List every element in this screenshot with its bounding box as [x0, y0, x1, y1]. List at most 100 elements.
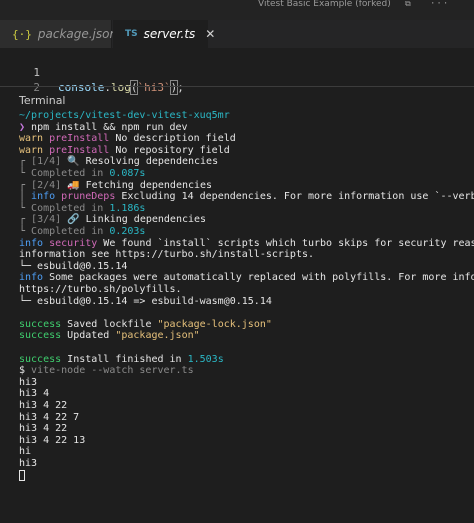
terminal-line: hi3 4 22 — [19, 423, 67, 435]
window-title: Vitest Basic Example (forked) — [258, 0, 391, 9]
tab-label: server.ts — [143, 27, 196, 41]
terminal-text: 0.203s — [109, 226, 146, 237]
tab-label: package.json — [37, 27, 118, 41]
typescript-file-icon: TS — [125, 29, 138, 39]
terminal-text: Completed in — [31, 202, 110, 214]
terminal-text: [2/4] — [31, 179, 68, 191]
terminal-text: 1.503s — [187, 353, 224, 365]
terminal-line: hi3 — [19, 377, 37, 389]
terminal-text: pruneDeps — [61, 191, 122, 203]
terminal-line: info Some packages were automatically re… — [19, 272, 474, 284]
tab-package-json[interactable]: {·} package.json — [0, 20, 117, 48]
terminal-line: └ Completed in 0.203s — [19, 226, 145, 238]
terminal-text: └─ esbuild@0.15.14 => esbuild-wasm@0.15.… — [19, 295, 272, 307]
terminal-line: hi — [19, 446, 31, 458]
terminal-text: info — [19, 237, 50, 249]
terminal-line: https://turbo.sh/polyfills. — [19, 284, 182, 296]
terminal-text: [1/4] — [31, 156, 68, 168]
copy-icon[interactable]: ⧉ — [405, 0, 415, 8]
terminal-text: ~/projects/vitest-dev-vitest-xuq5mr — [19, 110, 230, 121]
terminal-line: └ Completed in 1.186s — [19, 203, 145, 215]
terminal-line: └─ esbuild@0.15.14 => esbuild-wasm@0.15.… — [19, 296, 272, 308]
code-token-function: log — [110, 81, 131, 94]
terminal-line: $ vite-node --watch server.ts — [19, 365, 194, 377]
terminal-text: └─ esbuild@0.15.14 — [19, 260, 128, 272]
terminal-line: success Install finished in 1.503s — [19, 354, 224, 366]
terminal-text: vite-node --watch server.ts — [31, 365, 194, 377]
terminal-text: hi — [19, 446, 32, 458]
terminal-line: information see https://turbo.sh/install… — [19, 249, 314, 261]
terminal-text: ┌ — [19, 214, 32, 226]
terminal-line: │ info pruneDeps Excluding 14 dependenci… — [19, 191, 474, 203]
terminal-line: hi3 4 — [19, 388, 49, 400]
terminal-text: "package.json" — [115, 330, 200, 342]
terminal-text: preInstall — [49, 144, 116, 156]
terminal-text: preInstall — [49, 133, 116, 145]
terminal-line: └─ esbuild@0.15.14 — [19, 261, 127, 273]
terminal-text: Completed in — [31, 168, 110, 179]
more-icon[interactable]: ··· — [430, 0, 449, 9]
terminal-text: hi3 — [19, 458, 38, 469]
terminal-text: hi3 — [19, 376, 38, 388]
terminal-text: 🚚 Fetching dependencies — [67, 179, 213, 191]
terminal-text: Completed in — [31, 226, 110, 237]
terminal-line: warn preInstall No repository field — [19, 145, 230, 157]
terminal-text: 🔗 Linking dependencies — [67, 214, 207, 226]
terminal-text: ┌ — [19, 156, 32, 168]
terminal-title: Terminal — [19, 94, 66, 107]
terminal-text: success — [19, 353, 68, 365]
code-token-object: console — [58, 81, 105, 94]
terminal-text: hi3 4 — [19, 388, 50, 400]
terminal-text: No description field — [115, 133, 236, 145]
terminal-line: hi3 4 22 13 — [19, 435, 85, 447]
terminal-text: No repository field — [115, 144, 230, 156]
line-number: 2 — [33, 81, 40, 94]
terminal-text: ┌ — [19, 179, 32, 191]
terminal-text: npm install && npm run dev — [31, 121, 188, 133]
terminal-text: success — [19, 330, 68, 342]
tab-server-ts[interactable]: TS server.ts ✕ — [113, 20, 215, 48]
terminal-line: ┌ [1/4] 🔍 Resolving dependencies — [19, 156, 218, 168]
terminal-text: Excluding 14 dependencies. For more info… — [121, 191, 474, 203]
terminal-text: hi3 4 22 7 — [19, 411, 80, 423]
terminal-text: │ — [19, 191, 32, 203]
terminal-output[interactable]: ~/projects/vitest-dev-vitest-xuq5mr ❯ npm… — [0, 110, 474, 523]
terminal-line: warn preInstall No description field — [19, 133, 236, 145]
terminal-text: "package-lock.json" — [157, 318, 272, 330]
code-content: console.log(`hi3`); — [58, 80, 184, 95]
terminal-line: success Saved lockfile "package-lock.jso… — [19, 319, 272, 331]
terminal-text: success — [19, 318, 68, 330]
terminal-text: └ — [19, 168, 32, 179]
terminal-text: └ — [19, 202, 32, 214]
code-line: 2 — [0, 65, 474, 94]
terminal-line: ~/projects/vitest-dev-vitest-xuq5mr — [19, 110, 230, 122]
terminal-text: warn — [19, 144, 50, 156]
terminal-line: ┌ [3/4] 🔗 Linking dependencies — [19, 214, 206, 226]
terminal-text: [3/4] — [31, 214, 68, 226]
terminal-text: warn — [19, 133, 50, 145]
terminal-text: Install finished in — [67, 353, 188, 365]
window-title-bar: Vitest Basic Example (forked) ⧉ ··· — [0, 0, 474, 20]
terminal-text: 0.087s — [109, 168, 146, 179]
panel-divider — [0, 86, 474, 87]
terminal-line: ┌ [2/4] 🚚 Fetching dependencies — [19, 180, 212, 192]
code-editor[interactable]: 1 console.log(`hi3`); 2 — [0, 48, 474, 95]
terminal-text: info — [19, 272, 50, 284]
json-file-icon: {·} — [12, 27, 32, 41]
terminal-text: ❯ — [19, 121, 32, 133]
terminal-line: hi3 4 22 7 — [19, 412, 79, 424]
terminal-text: info — [31, 191, 62, 203]
code-token-dot: . — [104, 81, 111, 94]
close-icon[interactable]: ✕ — [205, 27, 215, 41]
terminal-text: $ — [19, 365, 32, 377]
terminal-text: hi3 4 22 — [19, 423, 68, 435]
code-token-semicolon: ; — [177, 81, 184, 94]
code-line: 1 console.log(`hi3`); — [0, 50, 474, 95]
terminal-prompt-line — [19, 469, 25, 482]
terminal-text: hi3 4 22 — [19, 400, 68, 411]
terminal-text: security — [49, 237, 104, 249]
editor-tab-bar: {·} package.json TS server.ts ✕ — [0, 20, 474, 48]
terminal-text: Updated — [67, 330, 116, 342]
terminal-line: hi3 4 22 — [19, 400, 67, 412]
terminal-text: Some packages were automatically replace… — [49, 272, 474, 284]
